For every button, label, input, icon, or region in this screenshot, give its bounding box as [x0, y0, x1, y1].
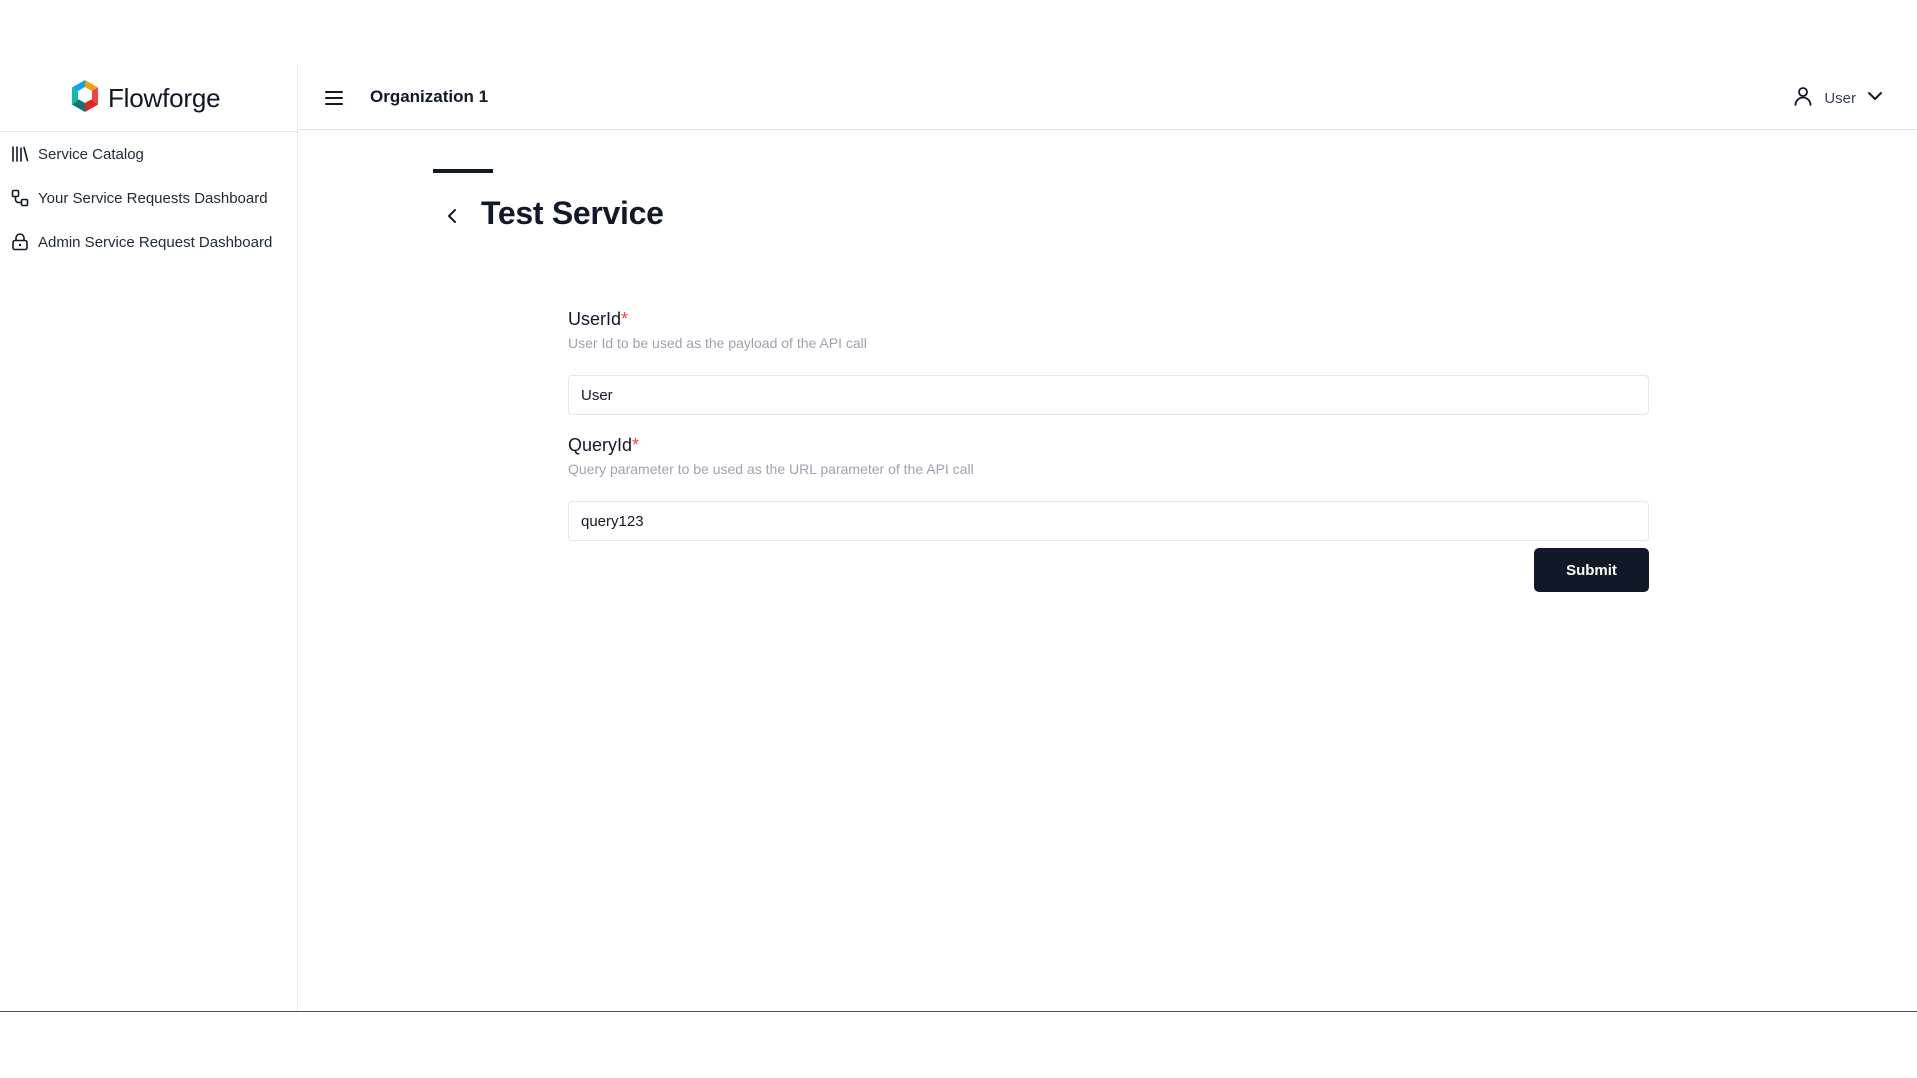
queryid-label-text: QueryId [568, 435, 633, 455]
back-button[interactable] [441, 205, 463, 227]
queryid-field-group: QueryId* Query parameter to be used as t… [568, 435, 1649, 541]
userid-label: UserId* [568, 309, 1649, 333]
service-request-form: UserId* User Id to be used as the payloa… [568, 309, 1649, 561]
user-icon [1792, 85, 1814, 112]
lock-icon [11, 233, 29, 251]
hamburger-icon [322, 91, 346, 114]
app-shell: Flowforge Service Catalog Your Service R… [0, 65, 1917, 1012]
chevron-left-icon [441, 209, 463, 231]
userid-input[interactable] [568, 375, 1649, 415]
menu-toggle-button[interactable] [322, 86, 346, 110]
sidebar-item-admin-service-request[interactable]: Admin Service Request Dashboard [0, 220, 298, 264]
required-mark: * [621, 309, 629, 329]
page-title: Test Service [481, 195, 664, 231]
queryid-help-text: Query parameter to be used as the URL pa… [568, 461, 974, 477]
app-logo[interactable]: Flowforge [70, 79, 221, 118]
sidebar-item-label: Admin Service Request Dashboard [38, 233, 273, 251]
library-icon [11, 145, 29, 163]
flowforge-logo-icon [70, 79, 100, 118]
userid-label-text: UserId [568, 309, 622, 329]
organization-name: Organization 1 [370, 87, 489, 106]
title-accent-bar [433, 169, 493, 173]
main-content: Test Service UserId* User Id to be used … [298, 131, 1917, 1011]
required-mark: * [632, 435, 640, 455]
chevron-down-icon [1866, 87, 1884, 110]
sidebar-item-your-service-requests[interactable]: Your Service Requests Dashboard [0, 176, 298, 220]
top-header: Organization 1 User [298, 65, 1917, 130]
sidebar-item-label: Your Service Requests Dashboard [38, 189, 268, 207]
userid-field-group: UserId* User Id to be used as the payloa… [568, 309, 1649, 415]
submit-button[interactable]: Submit [1534, 548, 1649, 592]
user-menu-button[interactable]: User [1792, 85, 1884, 112]
app-name: Flowforge [108, 82, 221, 113]
sidebar: Flowforge Service Catalog Your Service R… [0, 65, 298, 1011]
sidebar-nav: Service Catalog Your Service Requests Da… [0, 131, 298, 264]
workflow-icon [11, 189, 29, 207]
sidebar-item-service-catalog[interactable]: Service Catalog [0, 132, 298, 176]
queryid-input[interactable] [568, 501, 1649, 541]
queryid-label: QueryId* [568, 435, 1649, 459]
userid-help-text: User Id to be used as the payload of the… [568, 335, 867, 351]
sidebar-item-label: Service Catalog [38, 145, 144, 163]
user-label: User [1824, 90, 1856, 107]
